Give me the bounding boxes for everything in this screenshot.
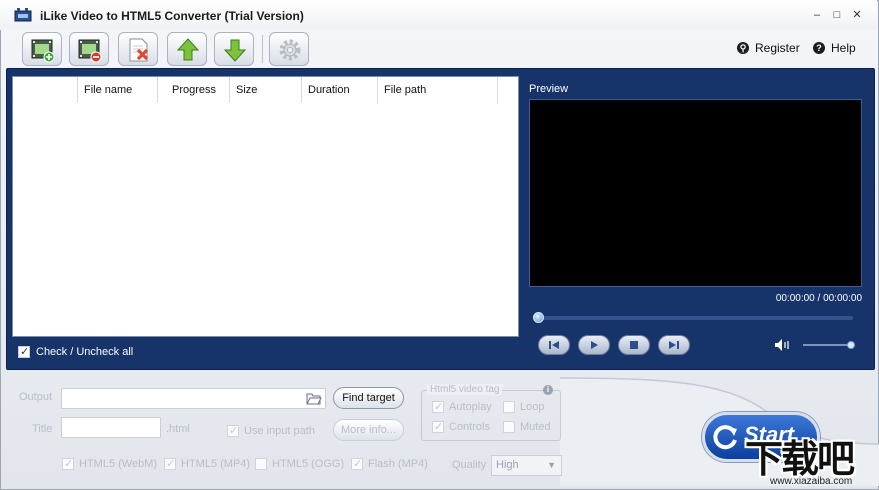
- preview-screen: [529, 99, 862, 287]
- autoplay-checkbox[interactable]: [432, 400, 444, 413]
- use-input-path-label: Use input path: [244, 425, 315, 437]
- controls-option[interactable]: Controls: [432, 420, 490, 433]
- column-header-file-name[interactable]: File name: [78, 77, 158, 103]
- file-list[interactable]: File name Progress Size Duration File pa…: [12, 76, 519, 337]
- folder-open-icon[interactable]: [306, 392, 322, 405]
- format-ogg-checkbox[interactable]: [255, 458, 267, 470]
- previous-button[interactable]: [538, 335, 570, 355]
- muted-checkbox[interactable]: [503, 421, 515, 433]
- minimize-icon[interactable]: –: [810, 9, 824, 21]
- format-webm-checkbox[interactable]: [62, 457, 74, 470]
- app-logo-icon: [14, 8, 32, 22]
- output-path-field[interactable]: [61, 388, 326, 409]
- column-header-check[interactable]: [13, 77, 78, 103]
- skip-back-icon: [549, 341, 559, 349]
- find-target-button[interactable]: Find target: [333, 387, 404, 409]
- remove-video-button[interactable]: [69, 32, 109, 66]
- autoplay-label: Autoplay: [449, 401, 492, 413]
- check-all-toggle[interactable]: Check / Uncheck all: [18, 345, 134, 358]
- format-flash-checkbox[interactable]: [351, 457, 363, 470]
- close-icon[interactable]: ✕: [850, 9, 864, 21]
- title-field[interactable]: [61, 417, 161, 438]
- move-down-button[interactable]: [214, 32, 254, 66]
- html5-video-tag-group: [421, 390, 561, 441]
- html5-video-tag-title: Html5 video tag: [427, 384, 503, 395]
- clear-list-button[interactable]: [118, 32, 158, 66]
- use-input-path-checkbox[interactable]: [227, 424, 239, 437]
- convert-arrow-icon: [713, 425, 737, 450]
- muted-label: Muted: [520, 421, 551, 433]
- volume-icon[interactable]: [774, 338, 792, 352]
- volume-handle[interactable]: [847, 341, 855, 349]
- column-header-progress[interactable]: Progress: [158, 77, 230, 103]
- preview-label: Preview: [529, 83, 569, 95]
- loop-label: Loop: [520, 401, 545, 413]
- settings-button[interactable]: [269, 32, 309, 66]
- column-header-size[interactable]: Size: [230, 77, 302, 103]
- loop-option[interactable]: Loop: [503, 401, 544, 413]
- autoplay-option[interactable]: Autoplay: [432, 400, 492, 413]
- maximize-icon[interactable]: □: [830, 9, 844, 21]
- controls-label: Controls: [449, 421, 490, 433]
- stop-button[interactable]: [618, 335, 650, 355]
- play-icon: [591, 341, 598, 349]
- format-flash-label: Flash (MP4): [368, 458, 428, 470]
- skip-forward-icon: [669, 341, 679, 349]
- controls-checkbox[interactable]: [432, 420, 444, 433]
- settings-icon: [279, 39, 301, 61]
- use-input-path-option[interactable]: Use input path: [227, 424, 315, 437]
- window-title: iLike Video to HTML5 Converter (Trial Ve…: [40, 9, 304, 23]
- format-webm-label: HTML5 (WebM): [79, 458, 158, 470]
- column-header-file-path[interactable]: File path: [378, 77, 498, 103]
- check-all-checkbox[interactable]: [18, 345, 30, 358]
- key-icon: ⚲: [737, 42, 749, 54]
- loop-checkbox[interactable]: [503, 401, 515, 413]
- column-header-duration[interactable]: Duration: [302, 77, 378, 103]
- html-extension-label: .html: [166, 423, 190, 435]
- move-up-icon: [176, 38, 200, 61]
- remove-video-icon: [78, 39, 102, 63]
- more-info-button[interactable]: More info...: [333, 419, 404, 441]
- watermark-url: www.xiazaiba.com: [770, 476, 853, 487]
- add-video-icon: [31, 39, 55, 63]
- quality-value: High: [496, 459, 519, 471]
- muted-option[interactable]: Muted: [503, 421, 551, 433]
- volume-slider[interactable]: [803, 344, 853, 346]
- quality-label: Quality: [452, 459, 487, 471]
- timecode: 00:00:00 / 00:00:00: [775, 293, 862, 304]
- register-link[interactable]: ⚲ Register: [737, 41, 800, 55]
- chevron-down-icon: ▼: [547, 460, 556, 470]
- help-link[interactable]: ? Help: [813, 41, 856, 55]
- seek-handle[interactable]: [533, 312, 544, 323]
- register-label: Register: [755, 41, 800, 55]
- next-button[interactable]: [658, 335, 690, 355]
- watermark-logo: 下载吧: [745, 439, 855, 481]
- move-down-icon: [223, 39, 247, 62]
- stop-icon: [630, 341, 638, 349]
- format-flash-option[interactable]: Flash (MP4): [351, 457, 428, 470]
- output-label: Output: [19, 391, 53, 403]
- info-icon[interactable]: i: [543, 385, 553, 395]
- play-button[interactable]: [578, 335, 610, 355]
- title-label: Title: [32, 423, 53, 435]
- toolbar-separator: [262, 35, 263, 63]
- format-mp4-option[interactable]: HTML5 (MP4): [164, 457, 251, 470]
- help-icon: ?: [813, 42, 825, 54]
- format-mp4-checkbox[interactable]: [164, 457, 176, 470]
- add-video-button[interactable]: [22, 32, 62, 66]
- format-webm-option[interactable]: HTML5 (WebM): [62, 457, 158, 470]
- move-up-button[interactable]: [167, 32, 207, 66]
- format-ogg-option[interactable]: HTML5 (OGG): [255, 458, 344, 470]
- seek-bar[interactable]: [535, 316, 853, 320]
- format-ogg-label: HTML5 (OGG): [272, 458, 345, 470]
- help-label: Help: [831, 41, 856, 55]
- quality-select[interactable]: High ▼: [491, 455, 562, 476]
- title-bar: iLike Video to HTML5 Converter (Trial Ve…: [0, 0, 877, 30]
- clear-list-icon: [129, 38, 149, 62]
- check-all-label: Check / Uncheck all: [36, 346, 134, 358]
- format-mp4-label: HTML5 (MP4): [181, 458, 251, 470]
